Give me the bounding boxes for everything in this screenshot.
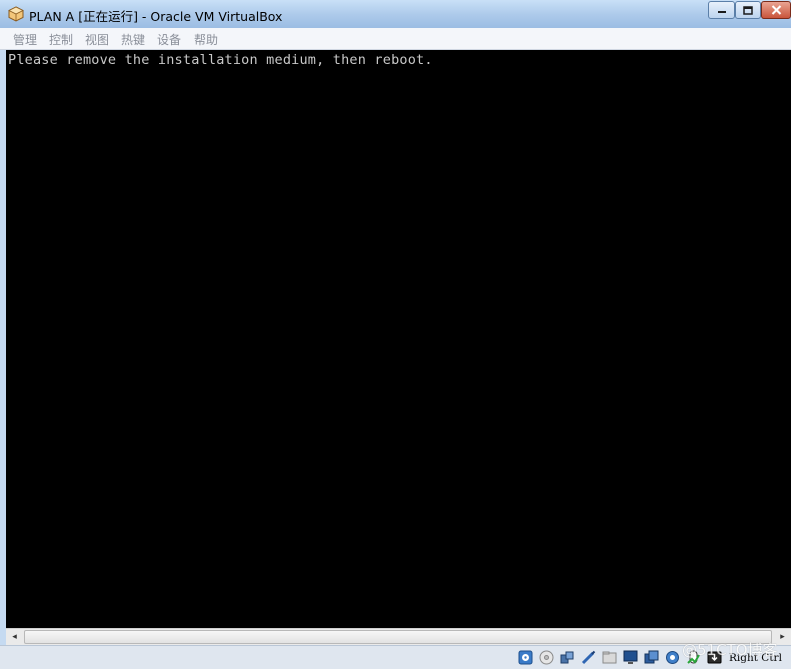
hard-disk-icon[interactable] <box>518 650 533 665</box>
optical-drive-icon[interactable] <box>539 650 554 665</box>
scroll-left-button[interactable]: ◂ <box>6 629 23 645</box>
display-icon[interactable] <box>623 650 638 665</box>
virtualbox-cube-icon <box>8 6 24 22</box>
close-icon <box>771 5 781 15</box>
window-title: PLAN A [正在运行] - Oracle VM VirtualBox <box>29 9 283 24</box>
menu-item-view[interactable]: 视图 <box>85 31 109 48</box>
chevron-left-icon: ◂ <box>12 632 17 642</box>
virtualbox-window: PLAN A [正在运行] - Oracle VM VirtualBox 管理 … <box>0 0 791 669</box>
menu-item-manage[interactable]: 管理 <box>13 31 37 48</box>
usb-icon[interactable] <box>581 650 596 665</box>
minimize-button[interactable] <box>708 1 735 19</box>
menu-item-help[interactable]: 帮助 <box>194 31 218 48</box>
chevron-right-icon: ▸ <box>780 632 785 642</box>
shared-folders-icon[interactable] <box>602 650 617 665</box>
watermark: @51CTO博客 <box>682 641 778 659</box>
maximize-button[interactable] <box>735 1 761 19</box>
menu-item-hotkeys[interactable]: 热键 <box>121 31 145 48</box>
vm-console-screen[interactable]: Please remove the installation medium, t… <box>6 50 791 628</box>
close-button[interactable] <box>761 1 791 19</box>
status-bar: Right Ctrl <box>0 645 791 669</box>
video-capture-icon[interactable] <box>644 650 659 665</box>
minimize-icon <box>717 11 726 13</box>
scrollbar-thumb[interactable] <box>24 630 772 644</box>
menu-item-control[interactable]: 控制 <box>49 31 73 48</box>
menu-item-devices[interactable]: 设备 <box>157 31 181 48</box>
audio-icon[interactable] <box>560 650 575 665</box>
title-bar[interactable]: PLAN A [正在运行] - Oracle VM VirtualBox <box>0 0 791 28</box>
console-message: Please remove the installation medium, t… <box>8 52 433 68</box>
maximize-icon <box>743 5 753 15</box>
menu-bar: 管理 控制 视图 热键 设备 帮助 <box>0 28 791 50</box>
horizontal-scrollbar[interactable]: ◂ ▸ <box>6 628 791 645</box>
network-icon[interactable] <box>665 650 680 665</box>
